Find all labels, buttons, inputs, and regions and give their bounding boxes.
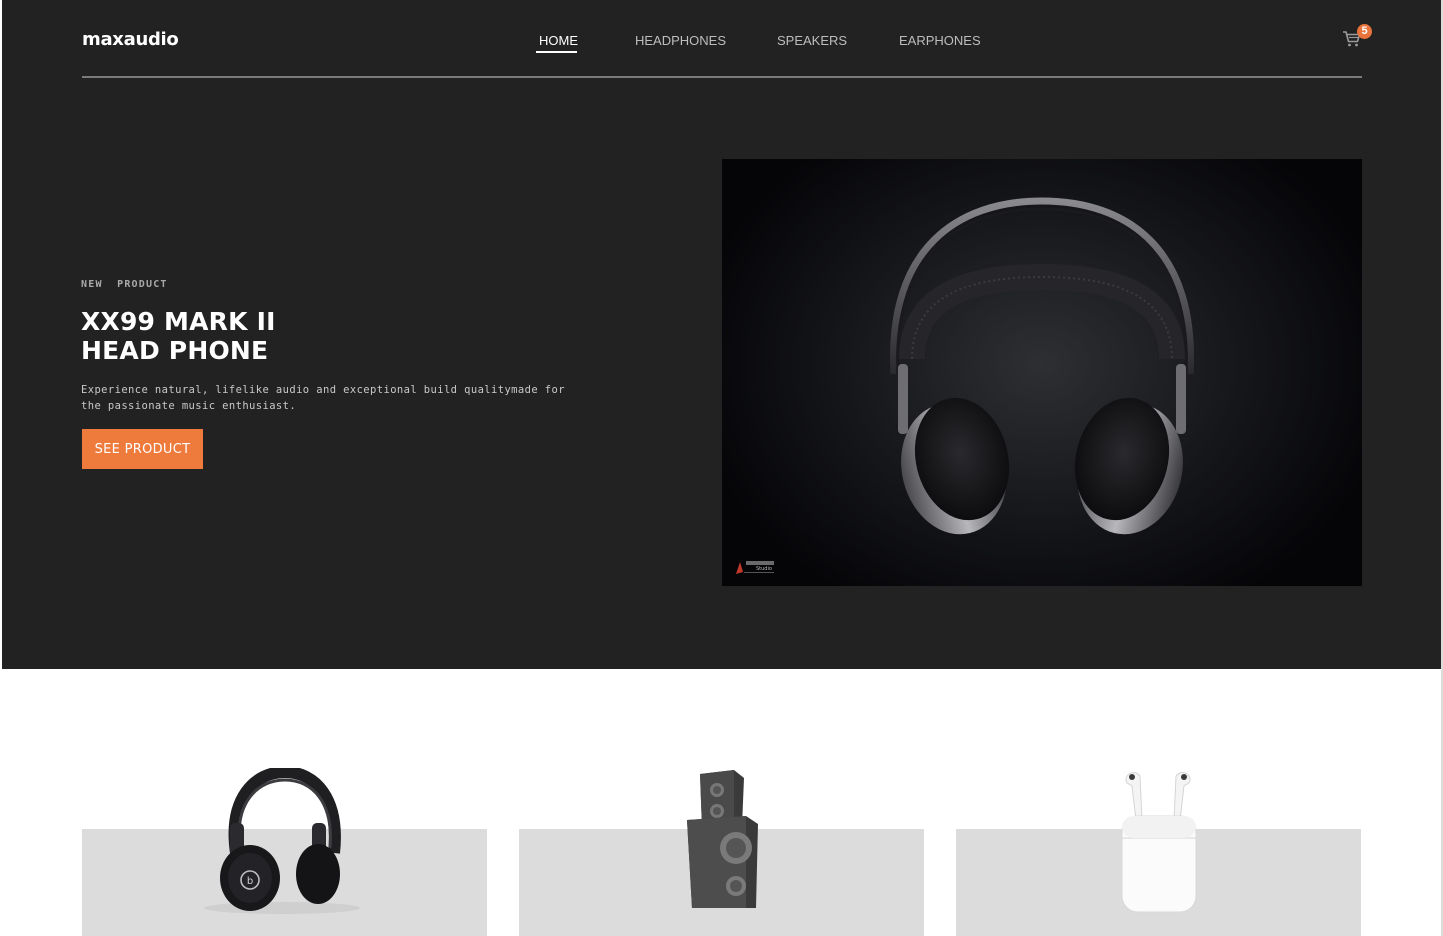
hero-eyebrow: NEW PRODUCT [81, 279, 168, 290]
studio-watermark: Studio [734, 558, 776, 576]
cart-count-badge: 5 [1357, 24, 1372, 39]
earbuds-product-image [1121, 772, 1197, 913]
nav-earphones[interactable]: EARPHONES [899, 33, 981, 48]
nav-home[interactable]: HOME [539, 33, 578, 48]
headphones-illustration [890, 197, 1194, 535]
see-product-button[interactable]: SEE PRODUCT [82, 429, 203, 469]
nav-speakers[interactable]: SPEAKERS [777, 33, 847, 48]
hero-headphones-image: Studio [722, 159, 1362, 586]
svg-text:b: b [247, 876, 253, 887]
brand-logo[interactable]: maxaudio [82, 29, 179, 50]
hero-description: Experience natural, lifelike audio and e… [81, 384, 565, 412]
hero-title-line-1: XX99 MARK II [81, 307, 276, 336]
speaker-product-image [687, 770, 758, 908]
watermark-text: Studio [756, 566, 772, 572]
hero-title-line-2: HEAD PHONE [81, 336, 269, 365]
header-divider [82, 76, 1362, 78]
headphones-product-image: b [204, 768, 360, 914]
nav-active-indicator [536, 51, 577, 53]
nav-headphones[interactable]: HEADPHONES [635, 33, 726, 48]
hero-title: XX99 MARK II HEAD PHONE [81, 307, 276, 365]
